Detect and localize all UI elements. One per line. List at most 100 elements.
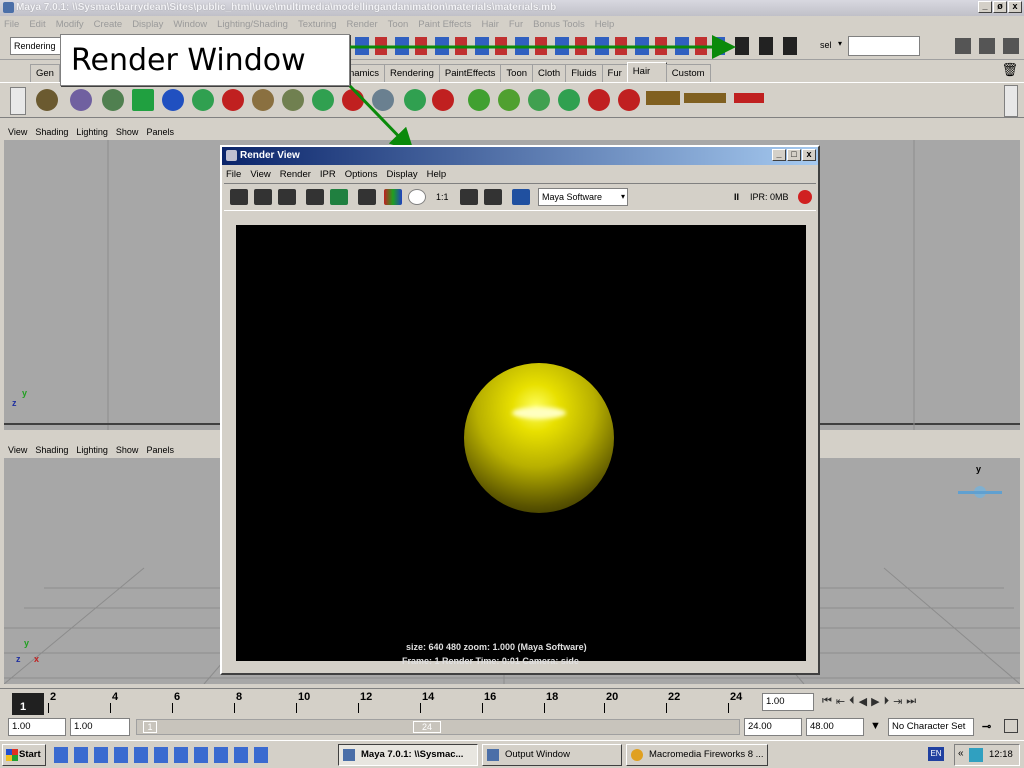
render-info-line-1: size: 640 480 zoom: 1.000 (Maya Software…	[406, 642, 587, 652]
render-view-title: Render View	[240, 150, 300, 161]
tick-label-6: 6	[174, 691, 181, 703]
real-size-button[interactable]: 1:1	[436, 192, 449, 202]
rv-menu-view[interactable]: View	[250, 169, 270, 180]
render-view-window: Render View _ □ x File View Render IPR O…	[220, 145, 820, 675]
rv-maximize-button[interactable]: □	[787, 149, 801, 161]
preferences-icon[interactable]	[1004, 719, 1018, 733]
rv-menu-options[interactable]: Options	[345, 169, 378, 180]
tick-label-8: 8	[236, 691, 243, 703]
tick-label-24: 24	[730, 691, 743, 703]
ipr-render-icon[interactable]	[306, 189, 324, 205]
start-label: Start	[19, 749, 41, 760]
language-indicator[interactable]: EN	[928, 747, 944, 761]
tick-label-20: 20	[606, 691, 619, 703]
tray-expand-icon[interactable]: «	[958, 748, 964, 759]
network-tray-icon[interactable]	[969, 748, 983, 762]
range-bar[interactable]: 1 24	[136, 719, 740, 735]
tick-label-4: 4	[112, 691, 119, 703]
windows-logo-icon	[6, 749, 18, 761]
start-button[interactable]: Start	[2, 744, 46, 766]
step-back-key-icon[interactable]: ⇤	[836, 695, 845, 708]
taskbar-output-window[interactable]: Output Window	[482, 744, 622, 766]
taskbar-fireworks-label: Macromedia Fireworks 8 ...	[649, 749, 764, 760]
taskbar-maya-label: Maya 7.0.1: \\Sysmac...	[361, 749, 464, 760]
play-forwards-icon[interactable]: ▶	[871, 695, 879, 708]
keep-image-icon[interactable]	[460, 189, 478, 205]
ipr-stop-icon[interactable]	[798, 190, 812, 204]
alpha-channel-icon[interactable]	[408, 189, 426, 205]
view-cube-gizmo[interactable]: y	[954, 464, 1004, 524]
panel-menu-show-2[interactable]: Show	[116, 445, 139, 455]
panel-menu-view-2[interactable]: View	[8, 445, 27, 455]
output-window-task-icon	[487, 749, 499, 761]
remove-image-icon[interactable]	[484, 189, 502, 205]
system-tray: « 12:18	[954, 744, 1020, 766]
panel-menu-lighting-2[interactable]: Lighting	[76, 445, 108, 455]
axis-y-label: y	[22, 388, 28, 398]
go-to-start-icon[interactable]: ⏮	[822, 695, 832, 708]
character-set-field[interactable]: No Character Set	[888, 718, 974, 736]
quick-launch-icons[interactable]	[54, 747, 274, 763]
snapshot-icon[interactable]	[278, 189, 296, 205]
render-view-toolbar: 1:1 Maya Software ▾ II IPR: 0MB	[224, 183, 816, 211]
start-time-field[interactable]: 1.00	[8, 718, 66, 736]
time-slider[interactable]: 1 2 4 6 8 10 12 14 16 18 20 22 24 1.00 ⏮…	[0, 688, 1024, 716]
maya-task-icon	[343, 749, 355, 761]
current-time-marker[interactable]: 1	[12, 693, 44, 715]
rv-menu-render[interactable]: Render	[280, 169, 311, 180]
panel-menu-shading-2[interactable]: Shading	[35, 445, 68, 455]
render-region-icon[interactable]	[254, 189, 272, 205]
current-time-marker-label: 1	[20, 701, 27, 713]
taskbar-fireworks[interactable]: Macromedia Fireworks 8 ...	[626, 744, 768, 766]
taskbar: Start Maya 7.0.1: \\Sysmac... Output Win…	[0, 740, 1024, 768]
axis-y-label-2: y	[24, 638, 30, 648]
refresh-ipr-icon[interactable]	[330, 189, 348, 205]
taskbar-maya[interactable]: Maya 7.0.1: \\Sysmac...	[338, 744, 478, 766]
rv-menu-display[interactable]: Display	[387, 169, 418, 180]
render-view-window-controls: _ □ x	[772, 149, 816, 161]
renderer-dropdown[interactable]: Maya Software ▾	[538, 188, 628, 206]
sphere-highlight	[512, 407, 566, 419]
rv-menu-file[interactable]: File	[226, 169, 241, 180]
tick-label-18: 18	[546, 691, 559, 703]
clock: 12:18	[989, 749, 1013, 760]
play-backwards-icon[interactable]: ◀	[859, 695, 867, 708]
render-layers-icon[interactable]	[512, 189, 530, 205]
rv-menu-ipr[interactable]: IPR	[320, 169, 336, 180]
annotation-arrows	[348, 35, 736, 153]
rv-close-button[interactable]: x	[802, 149, 816, 161]
playback-end-field[interactable]: 24.00	[744, 718, 802, 736]
key-icon[interactable]: ⊸	[982, 720, 991, 733]
panel-menu-panels-2[interactable]: Panels	[146, 445, 174, 455]
redo-render-icon[interactable]	[230, 189, 248, 205]
render-view-menu: File View Render IPR Options Display Hel…	[226, 169, 446, 180]
go-to-end-icon[interactable]: ⏭	[906, 695, 916, 708]
playback-start-field[interactable]: 1.00	[70, 718, 130, 736]
tick-label-2: 2	[50, 691, 57, 703]
step-forward-key-icon[interactable]: ⇥	[893, 695, 902, 708]
rv-minimize-button[interactable]: _	[772, 149, 786, 161]
current-frame-field[interactable]: 1.00	[762, 693, 814, 711]
pause-icon[interactable]: II	[734, 192, 739, 202]
end-time-field[interactable]: 48.00	[806, 718, 864, 736]
tick-label-10: 10	[298, 691, 311, 703]
step-back-frame-icon[interactable]: ⏴	[849, 695, 855, 708]
step-forward-frame-icon[interactable]: ⏵	[884, 695, 890, 708]
range-slider-left-label: 1	[143, 721, 157, 733]
character-set-dropdown-icon[interactable]: ▼	[870, 720, 881, 732]
render-settings-icon[interactable]	[358, 189, 376, 205]
rgb-channel-icon[interactable]	[384, 189, 402, 205]
render-view-icon	[226, 150, 237, 161]
renderer-label: Maya Software	[542, 192, 603, 202]
tick-label-14: 14	[422, 691, 435, 703]
rendered-sphere	[464, 363, 614, 513]
render-info-line-2: Frame: 1 Render Time: 0:01 Camera: side	[402, 656, 579, 666]
gizmo-y-label: y	[976, 464, 982, 474]
rv-menu-help[interactable]: Help	[427, 169, 447, 180]
range-slider: 1.00 1.00 1 24 24.00 48.00 ▼ No Characte…	[0, 716, 1024, 740]
axis-z-label: z	[12, 398, 17, 408]
ipr-memory-label: IPR: 0MB	[750, 192, 789, 202]
render-image[interactable]: size: 640 480 zoom: 1.000 (Maya Software…	[236, 225, 806, 666]
axis-x-label: x	[34, 654, 40, 664]
taskbar-output-label: Output Window	[505, 749, 570, 760]
